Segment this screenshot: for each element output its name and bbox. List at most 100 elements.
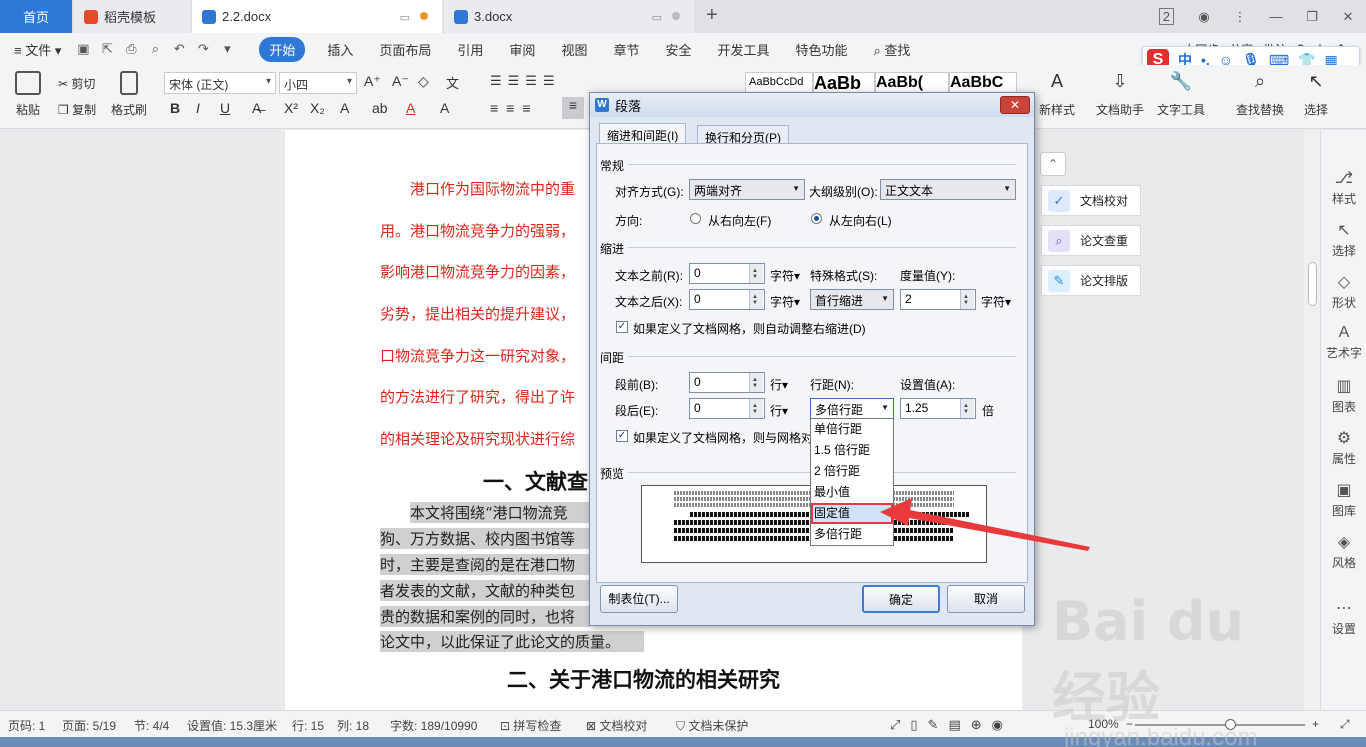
monitor-icon[interactable]: ▭	[652, 11, 662, 24]
close-dot-icon[interactable]	[672, 12, 680, 20]
sidebar-item-settings[interactable]: ⋯ 设置	[1321, 598, 1366, 637]
redo-icon[interactable]: ↷	[191, 41, 215, 57]
save-icon[interactable]: ▣	[71, 41, 95, 57]
tab-review[interactable]: 审阅	[509, 40, 535, 59]
auto-indent-checkbox[interactable]: ✓	[616, 321, 628, 333]
doc-assistant-button[interactable]: ⇩ 文档助手	[1094, 71, 1146, 118]
underline-icon[interactable]: U	[220, 100, 230, 116]
print-icon[interactable]: ⎙	[119, 41, 143, 57]
zoom-slider[interactable]	[1135, 719, 1305, 730]
tab-page-layout[interactable]: 页面布局	[379, 40, 431, 59]
after-text-input[interactable]: 0	[689, 289, 765, 310]
set-value-input[interactable]: 1.25	[900, 398, 976, 419]
window-count-badge[interactable]: 2	[1158, 8, 1174, 25]
option-exactly[interactable]: 固定值	[811, 503, 893, 524]
new-style-button[interactable]: A 新样式	[1036, 71, 1078, 118]
option-at-least[interactable]: 最小值	[811, 482, 893, 503]
unit-char[interactable]: 字符▾	[770, 293, 800, 310]
dialog-close-button[interactable]: ✕	[1000, 96, 1030, 114]
sidebar-item-chart[interactable]: ▥ 图表	[1321, 376, 1366, 415]
shrink-font-icon[interactable]: A⁻	[392, 73, 409, 90]
justify-icon[interactable]: ≡	[562, 97, 584, 119]
clear-format-icon[interactable]: ◇	[418, 73, 429, 90]
auto-indent-label[interactable]: 如果定义了文档网格，则自动调整右缩进(D)	[633, 320, 866, 337]
superscript-icon[interactable]: X²	[284, 100, 298, 116]
font-name-select[interactable]: 宋体 (正文)	[164, 72, 276, 94]
status-proofread-button[interactable]: ⊠ 文档校对	[586, 717, 647, 734]
tab-developer[interactable]: 开发工具	[717, 40, 769, 59]
sidebar-item-gallery[interactable]: ▣ 图库	[1321, 480, 1366, 519]
ltr-label[interactable]: 从左向右(L)	[829, 212, 892, 229]
option-double[interactable]: 2 倍行距	[811, 461, 893, 482]
list-icons[interactable]: ☰☰☰☰	[490, 73, 561, 89]
align-select[interactable]: 两端对齐	[689, 179, 805, 200]
vertical-scrollbar[interactable]	[1304, 130, 1320, 710]
more-icon[interactable]: ▾	[215, 41, 239, 57]
zoom-out-icon[interactable]: −	[1126, 717, 1133, 731]
special-format-select[interactable]: 首行缩进	[810, 289, 894, 310]
menu-grid-icon[interactable]: ⋮	[1222, 9, 1258, 25]
restore-icon[interactable]: ❐	[1294, 9, 1330, 25]
tab-view[interactable]: 视图	[561, 40, 587, 59]
tab-references[interactable]: 引用	[457, 40, 483, 59]
rtl-label[interactable]: 从右向左(F)	[708, 212, 771, 229]
after-input[interactable]: 0	[689, 398, 765, 419]
grid-align-checkbox[interactable]: ✓	[616, 430, 628, 442]
avatar[interactable]: ◉	[1186, 9, 1222, 25]
preview-icon[interactable]: ⌕	[143, 41, 167, 57]
tab-document-3[interactable]: 3.docx ▭	[444, 0, 694, 33]
option-multiple[interactable]: 多倍行距	[811, 524, 893, 545]
measure-input[interactable]: 2	[900, 289, 976, 310]
doc-protection-button[interactable]: ⛉ 文档未保护	[676, 717, 748, 734]
search-menu[interactable]: ⌕ 查找	[874, 40, 911, 59]
grow-font-icon[interactable]: A⁺	[364, 73, 381, 90]
tab-indent-spacing[interactable]: 缩进和间距(I)	[599, 123, 687, 145]
unsaved-dot-icon[interactable]	[420, 12, 428, 20]
strikethrough-icon[interactable]: A̶	[252, 100, 261, 116]
before-input[interactable]: 0	[689, 372, 765, 393]
unit-char[interactable]: 字符▾	[770, 267, 800, 284]
status-pages[interactable]: 页面: 5/19	[62, 717, 116, 734]
tab-insert[interactable]: 插入	[327, 40, 353, 59]
bold-icon[interactable]: B	[170, 100, 180, 116]
grid-align-label[interactable]: 如果定义了文档网格，则与网格对	[633, 429, 813, 446]
text-effect-icon[interactable]: A	[340, 100, 349, 116]
font-size-select[interactable]: 小四	[279, 72, 357, 94]
zoom-slider-knob[interactable]	[1225, 719, 1236, 730]
cut-button[interactable]: ✂ 剪切	[58, 75, 95, 92]
style-normal[interactable]: AaBbCcDd	[745, 72, 813, 94]
status-section[interactable]: 节: 4/4	[134, 717, 169, 734]
minimize-icon[interactable]: —	[1258, 9, 1294, 24]
proofread-button[interactable]: ✓ 文档校对	[1041, 185, 1141, 216]
style-heading2[interactable]: AaBb(	[875, 72, 949, 94]
close-icon[interactable]: ✕	[1330, 9, 1366, 25]
style-heading3[interactable]: AaBbC	[949, 72, 1017, 94]
monitor-icon[interactable]: ▭	[400, 11, 410, 24]
italic-icon[interactable]: I	[196, 100, 200, 116]
dialog-titlebar[interactable]: W 段落	[590, 93, 1034, 117]
cancel-button[interactable]: 取消	[947, 585, 1025, 613]
char-shading-icon[interactable]: A	[440, 100, 449, 116]
format-painter-button[interactable]: 格式刷	[108, 71, 150, 118]
zoom-level[interactable]: 100%	[1088, 717, 1119, 731]
sidebar-item-properties[interactable]: ⚙ 属性	[1321, 428, 1366, 467]
zoom-in-icon[interactable]: +	[1312, 717, 1319, 731]
status-setting[interactable]: 设置值: 15.3厘米	[187, 717, 277, 734]
paste-button[interactable]: 粘贴	[10, 71, 46, 118]
status-page-number[interactable]: 页码: 1	[8, 717, 45, 734]
sidebar-item-shape[interactable]: ◇ 形状	[1321, 272, 1366, 311]
fullscreen-icon[interactable]: ⤢	[1340, 717, 1350, 732]
tab-daoke-template[interactable]: 稻壳模板	[74, 0, 190, 33]
tab-start[interactable]: 开始	[259, 36, 306, 62]
export-icon[interactable]: ⇱	[95, 41, 119, 57]
before-text-input[interactable]: 0	[689, 263, 765, 284]
pinyin-icon[interactable]: 文	[446, 73, 459, 92]
unit-char[interactable]: 字符▾	[981, 293, 1011, 310]
line-spacing-select[interactable]: 多倍行距	[810, 398, 894, 419]
select-button[interactable]: ↖ 选择	[1298, 71, 1334, 118]
sidebar-item-style[interactable]: ⎇ 样式	[1321, 168, 1366, 207]
style-heading1[interactable]: AaBb	[813, 72, 875, 94]
subscript-icon[interactable]: X₂	[310, 100, 325, 116]
highlight-icon[interactable]: ab	[372, 100, 388, 116]
plagiarism-check-button[interactable]: ⌕ 论文查重	[1041, 225, 1141, 256]
